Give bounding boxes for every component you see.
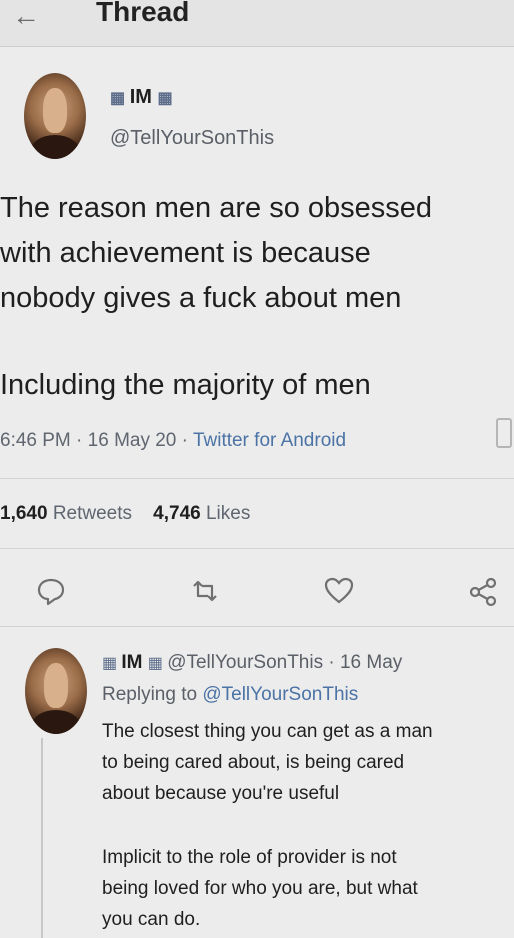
replying-prefix: Replying to xyxy=(102,684,198,705)
share-icon[interactable] xyxy=(466,574,500,608)
reply-date: 16 May xyxy=(339,652,403,673)
tweet-app[interactable]: Twitter for Android xyxy=(193,430,346,451)
arrow-left-icon[interactable]: ← xyxy=(12,2,40,30)
author-name-text: IM xyxy=(129,86,152,108)
tweet-time: 6:46 PM xyxy=(0,430,71,451)
reply-line: being loved for who you are, but what xyxy=(102,878,418,899)
reply-line: about because you're useful xyxy=(102,783,340,804)
tweet-line-3: nobody gives a fuck about men xyxy=(0,282,402,314)
likes-count[interactable]: 4,746 xyxy=(153,503,201,524)
uk-flag-icon: ▦ xyxy=(147,655,163,672)
author-handle[interactable]: @TellYourSonThis xyxy=(110,127,274,150)
tweet-stats: 1,640 Retweets 4,746 Likes xyxy=(0,503,250,525)
tweet-date: 16 May 20 xyxy=(87,430,177,451)
divider xyxy=(0,626,514,627)
tweet-meta: 6:46 PM · 16 May 20 · Twitter for Androi… xyxy=(0,430,347,451)
reply-line: Implicit to the role of provider is not xyxy=(102,847,397,868)
divider xyxy=(0,548,514,549)
thread-line xyxy=(41,738,43,938)
retweet-icon[interactable] xyxy=(188,574,222,608)
uk-flag-icon: ▦ xyxy=(110,90,125,107)
heart-icon[interactable] xyxy=(322,574,356,608)
uk-flag-icon: ▦ xyxy=(157,90,172,107)
reply-header: ▦ IM ▦ @TellYourSonThis · 16 May xyxy=(102,652,403,673)
tweet-line-4: Including the majority of men xyxy=(0,369,371,401)
retweets-label[interactable]: Retweets xyxy=(53,503,132,524)
avatar[interactable] xyxy=(24,73,86,159)
reply-author-handle[interactable]: @TellYourSonThis xyxy=(167,652,323,673)
reply-line: to being cared about, is being cared xyxy=(102,752,405,773)
retweets-count[interactable]: 1,640 xyxy=(0,503,48,524)
likes-label[interactable]: Likes xyxy=(206,503,250,524)
divider xyxy=(0,478,514,479)
reply-icon[interactable] xyxy=(34,574,68,608)
replying-to: Replying to @TellYourSonThis xyxy=(102,684,358,706)
uk-flag-icon: ▦ xyxy=(102,655,117,672)
reply-line: you can do. xyxy=(102,909,201,930)
reply-line: The closest thing you can get as a man xyxy=(102,721,433,742)
scroll-handle[interactable] xyxy=(496,418,512,448)
page-title: Thread xyxy=(96,0,190,27)
tweet-line-2: with achievement is because xyxy=(0,237,371,269)
author-name[interactable]: ▦ IM ▦ xyxy=(110,86,173,109)
replying-handle-link[interactable]: @TellYourSonThis xyxy=(202,684,358,705)
reply-author-name[interactable]: IM xyxy=(121,652,142,673)
thread-header: ← Thread xyxy=(0,0,514,47)
reply-avatar[interactable] xyxy=(25,648,87,734)
tweet-line-1: The reason men are so obsessed xyxy=(0,192,433,224)
